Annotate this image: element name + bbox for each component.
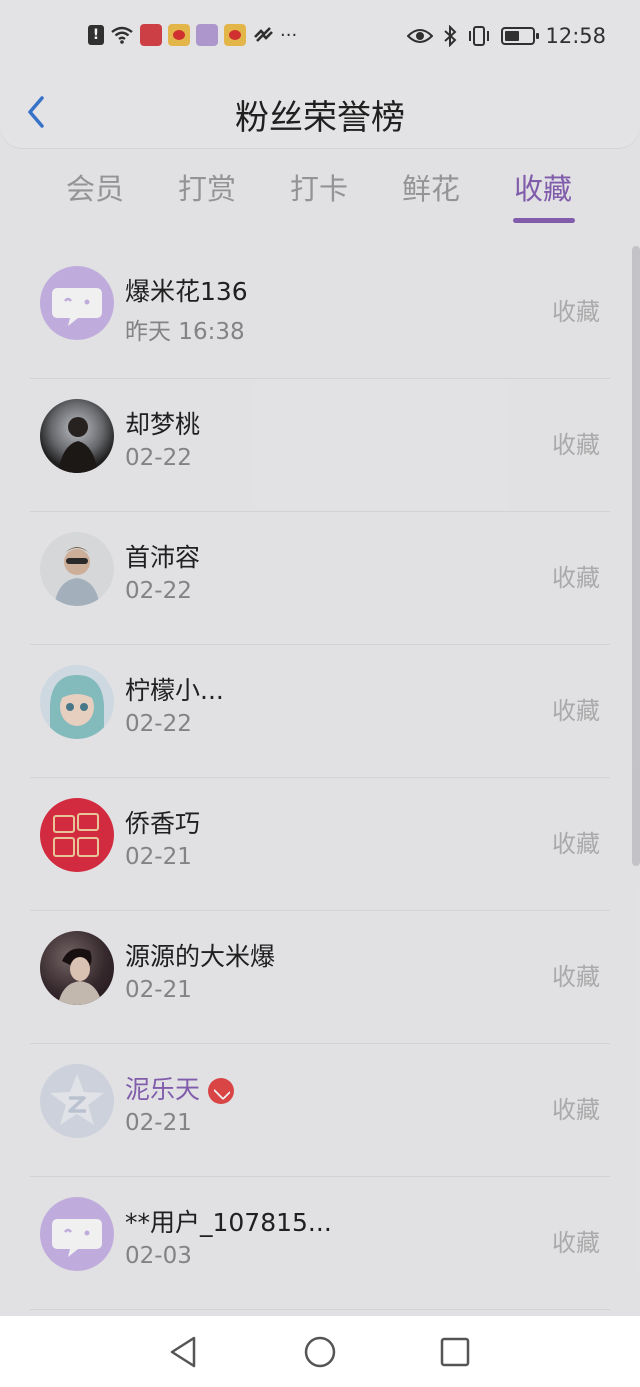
avatar[interactable] (40, 532, 114, 606)
anime-girl-icon (50, 675, 104, 739)
tab-member[interactable]: 会员 (66, 166, 124, 208)
list-item[interactable]: **用户_107815... 02-03 收藏 (0, 1177, 640, 1310)
scrollbar[interactable] (632, 246, 640, 866)
status-right-icons: 12:58 (407, 24, 606, 48)
app-icon-red (140, 24, 162, 46)
favorite-label: 收藏 (552, 697, 600, 725)
favorite-label: 收藏 (552, 564, 600, 592)
date: 昨天 16:38 (125, 319, 245, 345)
list-item[interactable]: 爆米花136 昨天 16:38 收藏 (0, 246, 640, 379)
user-name-vip: 泥乐天 (125, 1070, 235, 1106)
alert-icon: ! (88, 25, 104, 45)
tab-flowers[interactable]: 鲜花 (402, 166, 460, 208)
app-screen: ! ··· 12:58 粉丝荣誉榜 会员 打赏 打卡 鲜花 收藏 爆米花136 … (0, 0, 640, 1316)
user-name: 柠檬小... (125, 676, 224, 705)
list-item[interactable]: 首沛容 02-22 收藏 (0, 512, 640, 645)
signal-icon (254, 27, 273, 42)
vibrate-icon (469, 26, 490, 46)
system-nav-bar (0, 1316, 640, 1387)
list-item[interactable]: 却梦桃 02-22 收藏 (0, 379, 640, 512)
user-name: **用户_107815... (125, 1208, 332, 1237)
favorite-label: 收藏 (552, 431, 600, 459)
back-triangle-icon[interactable] (166, 1334, 202, 1370)
recents-square-icon[interactable] (437, 1334, 473, 1370)
favorite-label: 收藏 (552, 1096, 600, 1124)
top-bar: 粉丝荣誉榜 (0, 76, 640, 148)
avatar[interactable] (40, 1197, 114, 1271)
date: 02-22 (125, 445, 192, 471)
user-name: 侨香巧 (125, 809, 201, 838)
app-icon-purple (196, 24, 218, 46)
vip-diamond-icon (208, 1078, 235, 1104)
favorite-label: 收藏 (552, 1229, 600, 1257)
divider (30, 1309, 610, 1310)
more-notifications-icon: ··· (280, 24, 298, 46)
wifi-icon (111, 26, 133, 44)
user-name-text: 泥乐天 (125, 1075, 201, 1104)
list-item[interactable]: 源源的大米爆 02-21 收藏 (0, 911, 640, 1044)
status-left-icons: ! ··· (88, 24, 297, 46)
status-bar: ! ··· 12:58 (0, 0, 640, 76)
weibo-icon (168, 24, 190, 46)
avatar[interactable] (40, 266, 114, 340)
favorite-label: 收藏 (552, 963, 600, 991)
user-name: 却梦桃 (125, 410, 201, 439)
user-name: 爆米花136 (125, 277, 248, 306)
tab-bar: 会员 打赏 打卡 鲜花 收藏 (40, 160, 600, 230)
avatar[interactable] (40, 1064, 114, 1138)
avatar[interactable] (40, 931, 114, 1005)
page-title: 粉丝荣誉榜 (235, 98, 405, 138)
avatar[interactable] (40, 665, 114, 739)
chat-bubble-icon (52, 1219, 102, 1257)
tab-reward[interactable]: 打赏 (178, 166, 236, 208)
battery-icon (501, 27, 540, 45)
list-item[interactable]: 柠檬小... 02-22 收藏 (0, 645, 640, 778)
person-photo-icon (54, 547, 100, 606)
date: 02-21 (125, 1110, 192, 1136)
user-name: 首沛容 (125, 543, 201, 572)
chat-bubble-icon (52, 288, 102, 326)
weibo-icon (224, 24, 246, 46)
date: 02-21 (125, 844, 192, 870)
date: 02-22 (125, 578, 192, 604)
avatar[interactable] (40, 399, 114, 473)
date: 02-03 (125, 1243, 192, 1269)
list-item[interactable]: 侨香巧 02-21 收藏 (0, 778, 640, 911)
tab-favorites[interactable]: 收藏 (514, 166, 572, 208)
avatar[interactable] (40, 798, 114, 872)
user-name: 源源的大米爆 (125, 942, 276, 971)
tab-checkin[interactable]: 打卡 (290, 166, 348, 208)
date: 02-21 (125, 977, 192, 1003)
date: 02-22 (125, 711, 192, 737)
star-icon (50, 1074, 104, 1125)
favorite-label: 收藏 (552, 298, 600, 326)
active-tab-indicator (513, 218, 575, 223)
home-circle-icon[interactable] (302, 1334, 338, 1370)
person-photo-icon (58, 417, 98, 473)
exam-cheer-icon (53, 813, 99, 857)
bluetooth-icon (444, 25, 457, 47)
eye-icon (407, 29, 434, 43)
status-time: 12:58 (545, 24, 606, 48)
person-photo-icon (58, 948, 102, 1005)
favorite-label: 收藏 (552, 830, 600, 858)
list-item[interactable]: 泥乐天 02-21 收藏 (0, 1044, 640, 1177)
